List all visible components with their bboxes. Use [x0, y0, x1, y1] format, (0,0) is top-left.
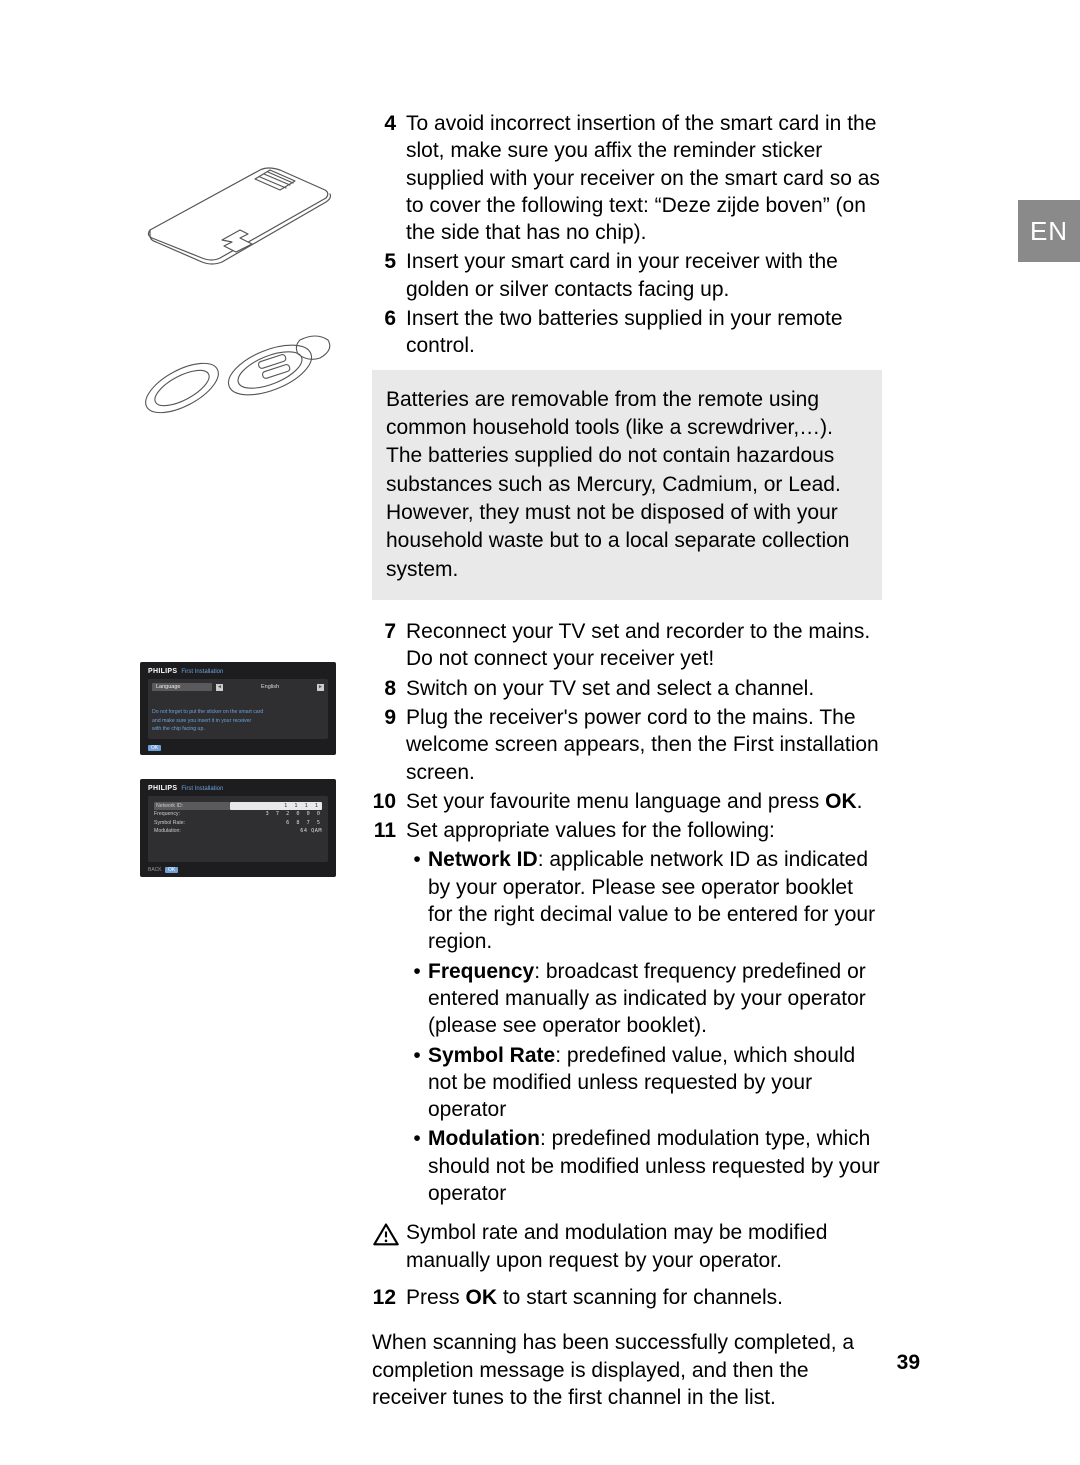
- battery-info-box: Batteries are removable from the remote …: [372, 370, 882, 600]
- step-number: 11: [372, 817, 406, 844]
- tv-param-value: 6 8 7 5: [230, 819, 322, 827]
- step-number: 5: [372, 248, 406, 303]
- step-text: Plug the receiver's power cord to the ma…: [406, 704, 882, 786]
- step-number: 6: [372, 305, 406, 360]
- step-number: 4: [372, 110, 406, 246]
- step-text: Reconnect your TV set and recorder to th…: [406, 618, 882, 673]
- step-text: Set your favourite menu language and pre…: [406, 788, 882, 815]
- tv-param-value: 3 7 2 0 0 0: [230, 810, 322, 818]
- tv-screenshot-language: PHILIPS First Installation Language ◄ En…: [140, 662, 336, 755]
- tv-ok-hint: OK: [148, 745, 161, 751]
- tv-param-label: Frequency:: [154, 810, 230, 818]
- tv-brand: PHILIPS: [148, 785, 177, 792]
- smartcard-illustration: [140, 110, 340, 270]
- step-text: Switch on your TV set and select a chann…: [406, 675, 882, 702]
- step-number: 12: [372, 1284, 406, 1311]
- tv-ok-hint: OK: [165, 867, 178, 873]
- left-illustration-column: PHILIPS First Installation Language ◄ En…: [140, 110, 360, 901]
- closing-paragraph: When scanning has been successfully comp…: [372, 1329, 882, 1411]
- tv-brand: PHILIPS: [148, 668, 177, 675]
- step-text: Insert your smart card in your receiver …: [406, 248, 882, 303]
- step-text: Set appropriate values for the following…: [406, 817, 882, 844]
- step-number: 8: [372, 675, 406, 702]
- instruction-column: 4 To avoid incorrect insertion of the sm…: [372, 110, 882, 1411]
- step-text: Press OK to start scanning for channels.: [406, 1284, 882, 1311]
- list-item: • Modulation: predefined modulation type…: [372, 1125, 882, 1207]
- list-item: • Symbol Rate: predefined value, which s…: [372, 1042, 882, 1124]
- tv-note-line: with the chip facing up.: [152, 726, 324, 733]
- tv-param-value: 64 QAM: [230, 827, 322, 835]
- warning-text: Symbol rate and modulation may be modifi…: [406, 1219, 882, 1274]
- tv-param-label: Network ID:: [154, 802, 230, 810]
- step-number: 9: [372, 704, 406, 786]
- tv-back-hint: BACK: [148, 867, 162, 873]
- tv-note-line: and make sure you insert it in your rece…: [152, 718, 324, 725]
- warning-icon: [372, 1219, 406, 1256]
- right-arrow-icon: ►: [317, 684, 324, 691]
- page-number: 39: [897, 1351, 920, 1375]
- step-number: 7: [372, 618, 406, 673]
- tv-param-label: Modulation:: [154, 827, 230, 835]
- language-tab: EN: [1018, 200, 1080, 262]
- tv-param-label: Symbol Rate:: [154, 819, 230, 827]
- tv-language-label: Language: [152, 683, 212, 691]
- tv-screenshot-params: PHILIPS First Installation Network ID: 1…: [140, 779, 336, 877]
- remote-batteries-illustration: [140, 310, 340, 430]
- tv-param-value: 1 1 1 1: [230, 802, 322, 810]
- step-text: Insert the two batteries supplied in you…: [406, 305, 882, 360]
- step-text: To avoid incorrect insertion of the smar…: [406, 110, 882, 246]
- tv-language-value: English: [223, 684, 317, 690]
- tv-screen-title: First Installation: [181, 669, 223, 675]
- tv-note-line: Do not forget to put the sticker on the …: [152, 709, 324, 716]
- step-number: 10: [372, 788, 406, 815]
- list-item: • Network ID: applicable network ID as i…: [372, 846, 882, 955]
- tv-screen-title: First Installation: [181, 786, 223, 792]
- left-arrow-icon: ◄: [216, 684, 223, 691]
- list-item: • Frequency: broadcast frequency predefi…: [372, 958, 882, 1040]
